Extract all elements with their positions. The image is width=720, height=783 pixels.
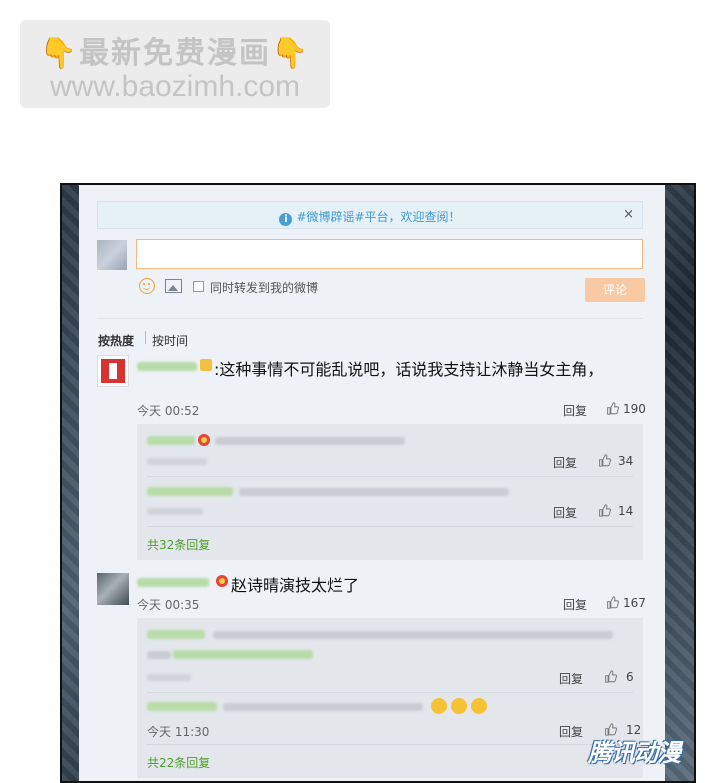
thumbs-up-icon[interactable] [598, 454, 611, 467]
submit-comment-button[interactable]: 评论 [585, 278, 645, 302]
reply-link[interactable]: 回复 [553, 454, 577, 471]
emoji-icon [431, 698, 447, 714]
blurred-username[interactable] [147, 436, 195, 445]
divider [147, 526, 633, 527]
like-count: 34 [618, 454, 634, 468]
smiley-icon[interactable] [139, 278, 155, 294]
comment-text: 赵诗晴演技太烂了 [231, 576, 360, 595]
reply-time: 今天 11:30 [147, 725, 210, 739]
thumbs-up-icon[interactable] [606, 402, 619, 415]
more-replies-link[interactable]: 共22条回复 [147, 754, 210, 771]
like-count: 190 [623, 402, 646, 416]
divider [147, 692, 633, 693]
comment-panel: i #微博辟谣#平台，欢迎查阅！ × 同时转发到我的微博 评论 按热度 按时间 :… [79, 185, 665, 781]
divider [97, 318, 643, 319]
avatar[interactable] [97, 573, 129, 605]
like-count: 6 [626, 670, 634, 684]
pointing-down-hand-icon: 👇 [39, 36, 79, 71]
blurred-reply-text [215, 437, 405, 445]
blurred-mention[interactable] [173, 650, 313, 659]
reply-box: 回复 6 今天 11:30 回复 12 共22条回复 [137, 618, 643, 778]
sort-by-hot-tab[interactable]: 按热度 [98, 332, 134, 349]
info-icon: i [279, 213, 293, 226]
medal-badge-icon [216, 575, 228, 587]
comic-frame: i #微博辟谣#平台，欢迎查阅！ × 同时转发到我的微博 评论 按热度 按时间 :… [60, 183, 696, 783]
like-count: 14 [618, 504, 634, 518]
watermark-line1: 👇最新免费漫画👇 [20, 28, 330, 72]
pointing-down-hand-icon: 👇 [271, 36, 311, 71]
repost-label[interactable]: 同时转发到我的微博 [210, 279, 318, 296]
reply-link[interactable]: 回复 [559, 670, 583, 687]
blurred-reply-text [223, 703, 423, 711]
comment-input[interactable] [136, 239, 643, 269]
blurred-reply-time [147, 458, 207, 465]
reply-link[interactable]: 回复 [563, 596, 587, 613]
divider [147, 476, 633, 477]
watermark-text: 最新免费漫画 [79, 36, 271, 71]
notice-text[interactable]: #微博辟谣#平台，欢迎查阅！ [296, 210, 460, 224]
comment-time: 今天 00:52 [137, 404, 200, 418]
emoji-icon [451, 698, 467, 714]
reply-box: 回复 34 回复 14 共32条回复 [137, 424, 643, 560]
close-icon[interactable]: × [623, 207, 634, 222]
thumbs-up-icon[interactable] [598, 504, 611, 517]
blurred-username[interactable] [137, 578, 209, 587]
avatar [97, 240, 127, 270]
blurred-reply-time [147, 508, 203, 515]
thumbs-up-icon[interactable] [604, 670, 617, 683]
more-replies-link[interactable]: 共32条回复 [147, 536, 210, 553]
reply-link[interactable]: 回复 [553, 504, 577, 521]
vip-badge-icon [200, 359, 212, 371]
image-icon[interactable] [165, 279, 182, 293]
watermark-url: www.baozimh.com [49, 70, 301, 103]
divider [145, 331, 146, 344]
blurred-reply-text [239, 488, 509, 496]
blurred-username[interactable] [147, 487, 233, 496]
reply-link[interactable]: 回复 [563, 402, 587, 419]
notice-bar: i #微博辟谣#平台，欢迎查阅！ × [97, 201, 643, 229]
emoji-icon [471, 698, 487, 714]
divider [147, 744, 633, 745]
reply-link[interactable]: 回复 [559, 723, 583, 740]
blurred-reply-time [147, 674, 191, 681]
medal-badge-icon [198, 434, 210, 446]
brand-watermark: 腾讯动漫 [588, 739, 681, 767]
thumbs-up-icon[interactable] [606, 596, 619, 609]
like-count: 167 [623, 596, 646, 610]
blurred-username[interactable] [137, 362, 197, 371]
blurred-reply-text [147, 651, 171, 659]
watermark-banner: 👇最新免费漫画👇 www.baozimh.com [20, 20, 330, 108]
blurred-username[interactable] [147, 630, 205, 639]
avatar[interactable] [97, 355, 129, 387]
comment-text: :这种事情不可能乱说吧，话说我支持让沐静当女主角， [214, 360, 604, 379]
comment-time: 今天 00:35 [137, 598, 200, 612]
repost-checkbox[interactable] [193, 281, 204, 292]
blurred-reply-text [213, 631, 613, 639]
sort-by-time-tab[interactable]: 按时间 [152, 332, 188, 349]
blurred-username[interactable] [147, 702, 217, 711]
